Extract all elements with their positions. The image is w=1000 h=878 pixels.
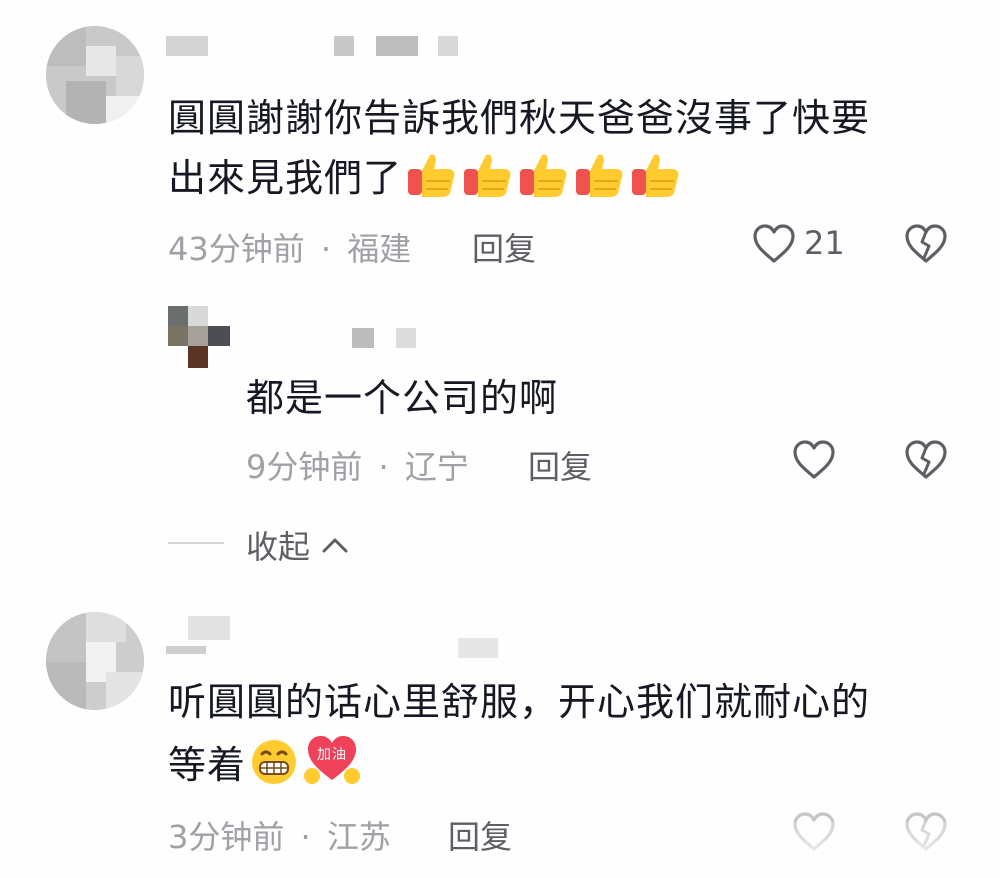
avatar[interactable] (168, 306, 230, 368)
avatar[interactable] (46, 612, 144, 710)
divider (168, 542, 224, 544)
username[interactable] (166, 36, 466, 60)
comment-meta: 3分钟前 · 江苏 (168, 812, 391, 858)
timestamp: 9分钟前 (246, 448, 363, 486)
reply-button[interactable]: 回复 (448, 812, 512, 858)
comment-text: 听圓圓的话心里舒服，开心我们就耐心的 等着 加油 (168, 672, 968, 803)
dislike-button[interactable] (904, 440, 948, 482)
separator: · (378, 448, 389, 486)
chevron-up-icon (321, 536, 349, 558)
broken-heart-icon (905, 440, 947, 479)
reply-button[interactable]: 回复 (528, 442, 592, 488)
comment-text: 都是一个公司的啊 (246, 376, 559, 420)
jiayou-label: 加油 (317, 747, 347, 763)
reply-button[interactable]: 回复 (472, 224, 536, 270)
collapse-replies-button[interactable]: 收起 (246, 522, 349, 566)
comment-meta: 9分钟前 · 辽宁 (246, 442, 469, 488)
timestamp: 43分钟前 (168, 230, 305, 268)
like-button[interactable] (752, 224, 796, 266)
comment-text: 圓圓謝謝你告訴我們秋天爸爸沒事了快要 出來見我們了 (168, 88, 968, 216)
thumbs-up-icon (572, 151, 626, 216)
location: 辽宁 (404, 448, 469, 486)
username[interactable] (352, 328, 432, 350)
dislike-button[interactable] (904, 224, 948, 266)
fade-overlay (760, 822, 1000, 878)
separator: · (300, 818, 311, 856)
collapse-label: 收起 (246, 528, 311, 566)
like-count: 21 (804, 224, 845, 262)
comment-text-line: 圓圓謝謝你告訴我們秋天爸爸沒事了快要 (168, 96, 871, 140)
thumbs-up-icon (628, 151, 682, 216)
comment-text-line: 等着 (168, 743, 247, 787)
separator: · (320, 230, 332, 268)
grimace-face-icon (248, 736, 300, 803)
location: 福建 (347, 230, 412, 268)
jiayou-heart-icon: 加油 (302, 732, 362, 803)
avatar[interactable] (46, 26, 144, 124)
timestamp: 3分钟前 (168, 818, 285, 856)
location: 江苏 (326, 818, 391, 856)
heart-outline-icon (793, 440, 835, 479)
thumbs-up-icon (516, 151, 570, 216)
username[interactable] (166, 616, 526, 660)
thumbs-up-icon (404, 151, 458, 216)
thumbs-up-icon (460, 151, 514, 216)
comment-meta: 43分钟前 · 福建 (168, 224, 411, 270)
heart-outline-icon (753, 224, 795, 263)
broken-heart-icon (905, 224, 947, 263)
comment-text-line: 出來見我們了 (168, 156, 403, 200)
like-button[interactable] (792, 440, 836, 482)
comment-text-line: 听圓圓的话心里舒服，开心我们就耐心的 (168, 680, 871, 724)
